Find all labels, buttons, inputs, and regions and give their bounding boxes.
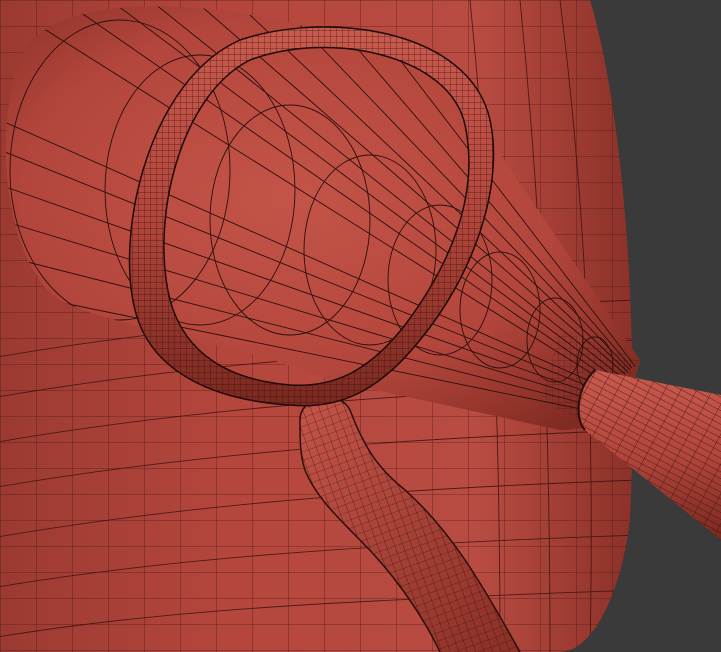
- mesh-render[interactable]: [0, 0, 721, 652]
- 3d-viewport[interactable]: [0, 0, 721, 652]
